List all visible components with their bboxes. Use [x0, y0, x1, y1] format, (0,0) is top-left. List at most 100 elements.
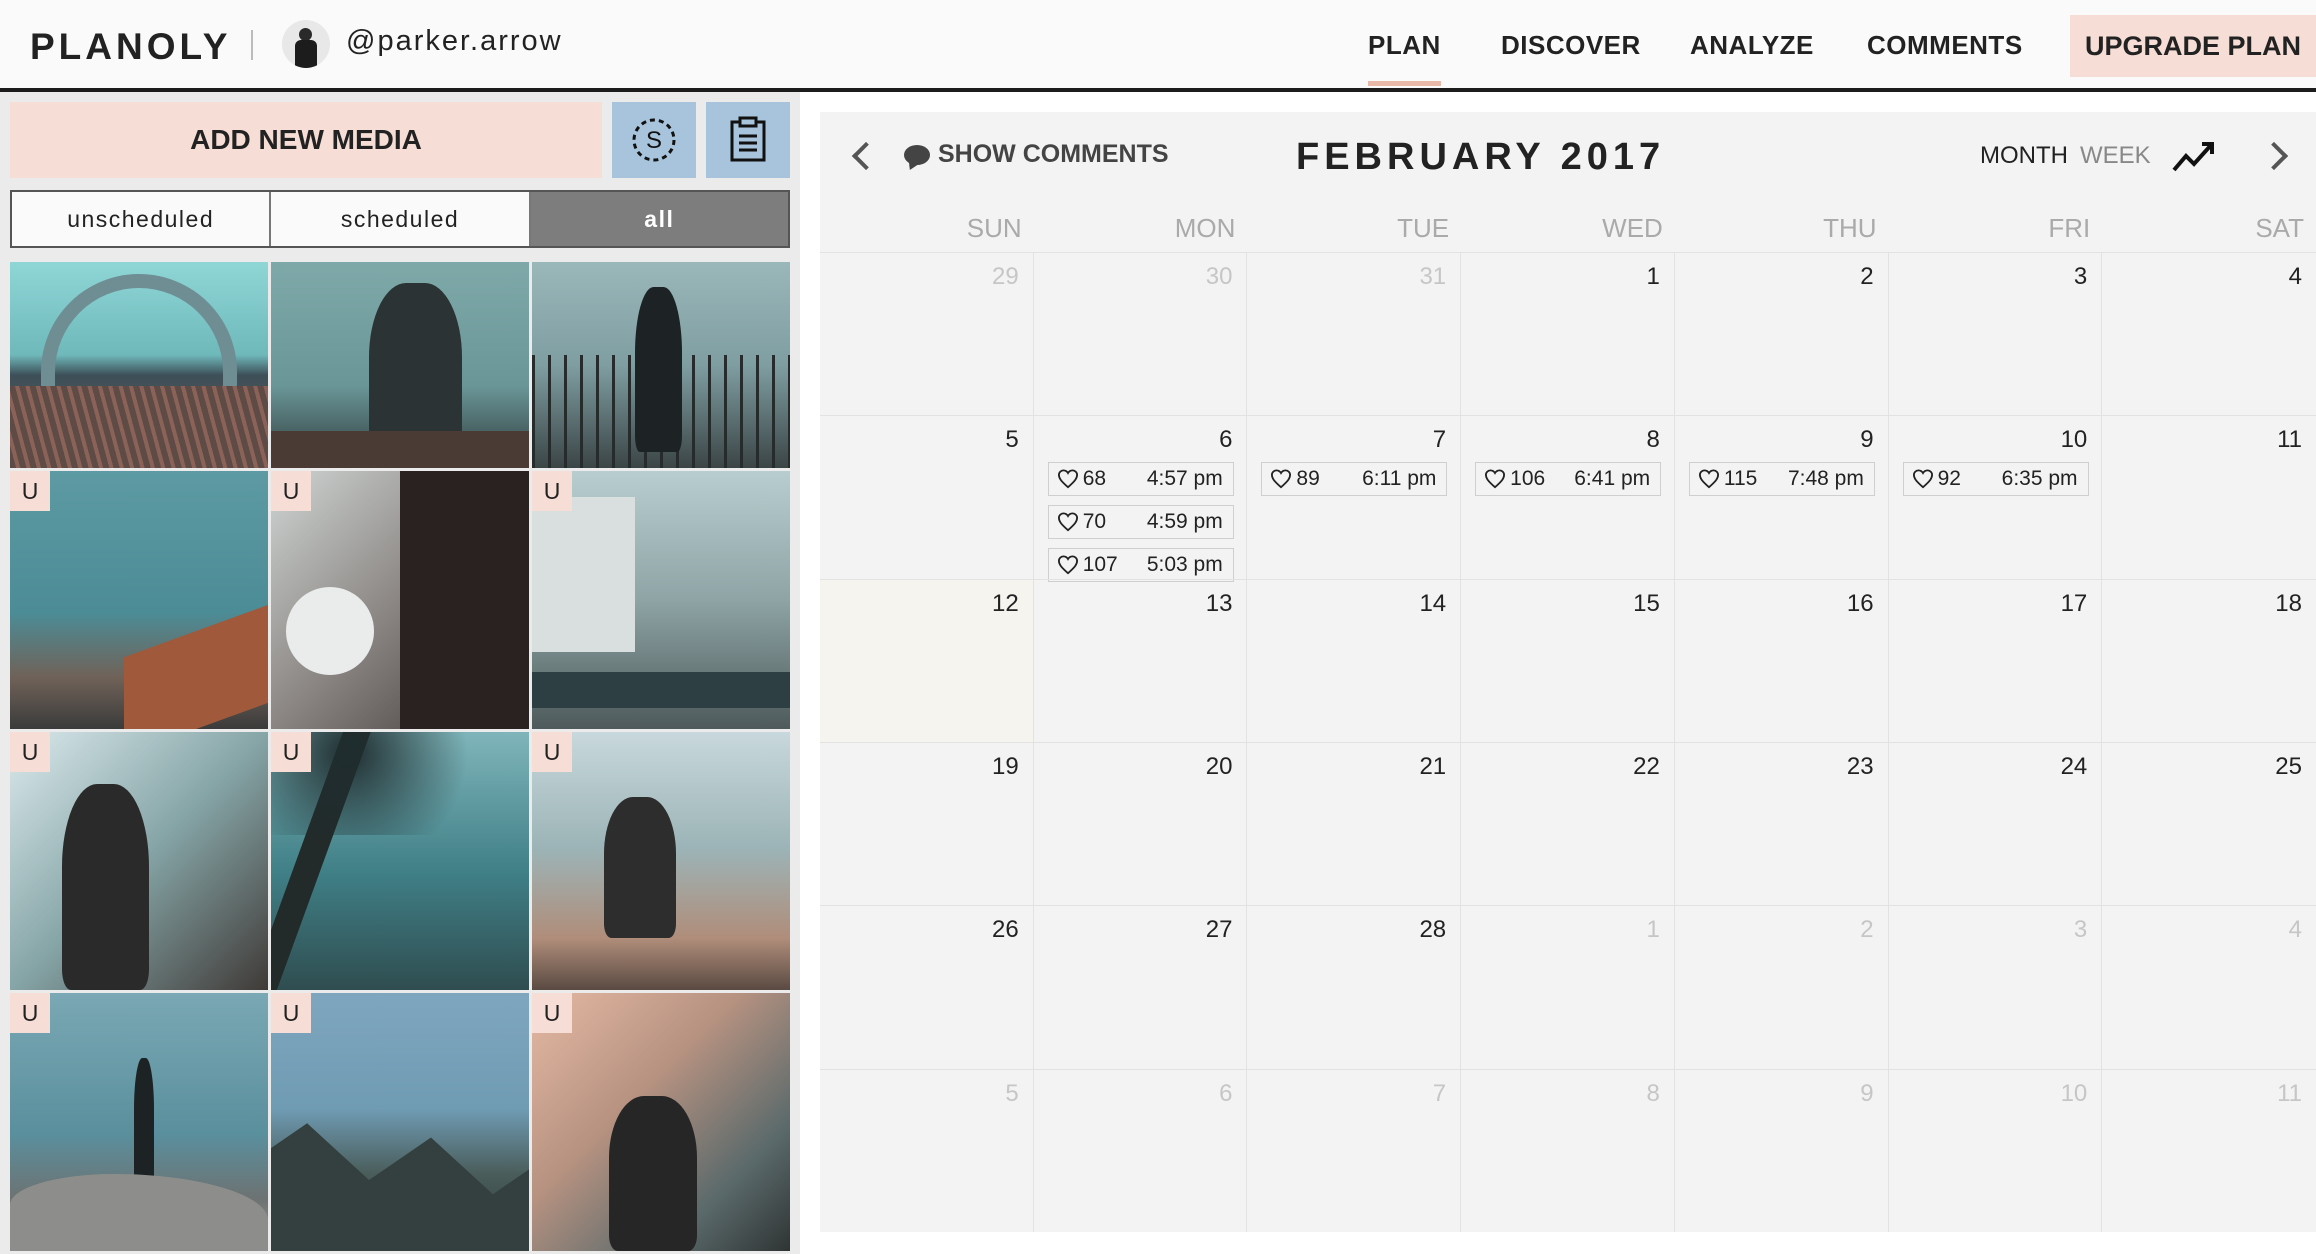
calendar-day[interactable]: 10 92 6:35 pm	[1888, 415, 2103, 579]
calendar-day[interactable]: 1	[1461, 252, 1675, 416]
calendar-day[interactable]: 25	[2102, 741, 2316, 905]
calendar-day[interactable]: 24	[1888, 741, 2103, 906]
media-tile[interactable]: U	[271, 993, 529, 1251]
media-tile[interactable]: U	[10, 993, 268, 1251]
media-tile[interactable]: U	[271, 471, 529, 729]
upgrade-plan-button[interactable]: UPGRADE PLAN	[2070, 15, 2316, 77]
weekday-mon: MON	[1174, 213, 1236, 243]
calendar-day[interactable]: 19	[820, 741, 1034, 906]
filter-scheduled[interactable]: scheduled	[271, 192, 531, 246]
unscheduled-badge: U	[532, 732, 572, 772]
scheduled-post[interactable]: 115 7:48 pm	[1688, 462, 1875, 497]
scheduled-post[interactable]: 107 5:03 pm	[1047, 548, 1234, 583]
calendar-day[interactable]: 28	[1247, 905, 1462, 1069]
calendar-day[interactable]: 2	[1674, 252, 1889, 416]
calendar-day[interactable]: 8 106 6:41 pm	[1461, 415, 1675, 579]
nav-discover[interactable]: DISCOVER	[1501, 30, 1641, 61]
calendar-day[interactable]: 22	[1461, 741, 1675, 906]
calendar-day[interactable]: 2	[1674, 905, 1889, 1069]
weekday-wed: WED	[1602, 213, 1663, 243]
calendar-day[interactable]: 31	[1247, 252, 1462, 416]
scheduled-post[interactable]: 92 6:35 pm	[1902, 462, 2089, 497]
prev-month-icon[interactable]	[851, 141, 881, 171]
calendar-day[interactable]: 1	[1461, 905, 1675, 1069]
calendar-day[interactable]: 7 89 6:11 pm	[1247, 415, 1462, 579]
trending-icon[interactable]	[2172, 138, 2218, 174]
day-number: 9	[1860, 426, 1874, 454]
nav-analyze[interactable]: ANALYZE	[1690, 30, 1814, 61]
add-new-media-button[interactable]: ADD NEW MEDIA	[10, 102, 602, 178]
filter-unscheduled[interactable]: unscheduled	[12, 192, 272, 246]
day-number: 26	[992, 916, 1019, 944]
s-button[interactable]: S	[612, 102, 696, 178]
calendar-day[interactable]: 16	[1674, 578, 1889, 742]
calendar-day[interactable]: 6	[1033, 1068, 1248, 1232]
calendar-month-title: FEBRUARY 2017	[1296, 136, 1666, 178]
calendar-day[interactable]: 10	[1888, 1068, 2103, 1232]
post-likes: 107	[1082, 553, 1118, 577]
speech-bubble-icon	[904, 144, 930, 165]
day-number: 4	[2288, 263, 2302, 290]
media-tile[interactable]: U	[10, 732, 268, 990]
calendar-day[interactable]: 4	[2102, 905, 2316, 1068]
scheduled-posts: 106 6:41 pm	[1475, 462, 1662, 497]
filter-all[interactable]: all	[530, 192, 788, 246]
calendar-day[interactable]: 18	[2102, 578, 2316, 742]
calendar-day[interactable]: 9 115 7:48 pm	[1674, 415, 1889, 579]
unscheduled-badge: U	[532, 471, 572, 511]
clipboard-button[interactable]	[706, 102, 790, 178]
post-likes: 89	[1296, 467, 1320, 491]
media-tile[interactable]: U	[532, 993, 790, 1251]
calendar-day[interactable]: 17	[1888, 578, 2103, 742]
calendar-day[interactable]: 5	[820, 415, 1034, 579]
calendar-day[interactable]: 14	[1247, 578, 1462, 742]
scheduled-post[interactable]: 89 6:11 pm	[1261, 462, 1448, 497]
media-tile[interactable]	[10, 262, 268, 468]
show-comments-toggle[interactable]: SHOW COMMENTS	[904, 140, 1169, 169]
s-button-label: S	[646, 127, 662, 154]
calendar-day[interactable]: 15	[1461, 578, 1675, 742]
calendar-day[interactable]: 9	[1674, 1068, 1889, 1232]
post-likes: 92	[1937, 467, 1961, 491]
calendar-day[interactable]: 29	[820, 252, 1034, 416]
calendar-day[interactable]: 20	[1033, 741, 1248, 906]
weekday-sat: SAT	[2255, 213, 2304, 243]
calendar-day[interactable]: 5	[820, 1068, 1034, 1232]
media-tile[interactable]: U	[532, 471, 790, 729]
day-number: 21	[1419, 752, 1447, 780]
calendar-day[interactable]: 13	[1033, 578, 1248, 742]
calendar-day[interactable]: 23	[1674, 741, 1889, 906]
media-tile[interactable]: U	[271, 732, 529, 990]
scheduled-post[interactable]: 68 4:57 pm	[1047, 462, 1234, 497]
calendar-day[interactable]: 27	[1033, 905, 1248, 1069]
calendar-day[interactable]: 3	[1888, 252, 2103, 416]
post-time: 6:41 pm	[1574, 467, 1651, 491]
calendar-day[interactable]: 4	[2102, 252, 2316, 415]
media-tile[interactable]: U	[532, 732, 790, 990]
media-grid: U U U U U U U U U	[10, 262, 790, 1254]
day-number: 30	[1205, 263, 1233, 290]
calendar-day[interactable]: 12	[820, 578, 1034, 742]
nav-comments[interactable]: COMMENTS	[1867, 30, 2023, 61]
next-month-icon[interactable]	[2259, 141, 2289, 171]
day-number: 8	[1646, 1079, 1660, 1107]
calendar-day[interactable]: 11	[2102, 415, 2316, 578]
calendar-day[interactable]: 7	[1247, 1068, 1462, 1232]
media-tile[interactable]: U	[10, 471, 268, 729]
scheduled-post[interactable]: 106 6:41 pm	[1475, 462, 1662, 497]
calendar-day[interactable]: 11	[2102, 1068, 2316, 1232]
media-tile[interactable]	[532, 262, 790, 468]
calendar-day[interactable]: 26	[820, 905, 1034, 1069]
view-month-tab[interactable]: MONTH	[1980, 142, 2068, 170]
view-week-tab[interactable]: WEEK	[2080, 142, 2151, 170]
nav-plan[interactable]: PLAN	[1368, 30, 1441, 86]
calendar-day[interactable]: 8	[1461, 1068, 1675, 1232]
day-number: 27	[1205, 916, 1233, 944]
scheduled-post[interactable]: 70 4:59 pm	[1047, 505, 1234, 540]
calendar-day[interactable]: 30	[1033, 252, 1248, 416]
calendar-day[interactable]: 6 68 4:57 pm 70 4:59 pm 107 5:03 pm	[1033, 415, 1248, 583]
calendar-day[interactable]: 3	[1888, 905, 2103, 1069]
calendar-day[interactable]: 21	[1247, 741, 1462, 906]
day-number: 23	[1846, 752, 1874, 780]
media-tile[interactable]	[271, 262, 529, 468]
